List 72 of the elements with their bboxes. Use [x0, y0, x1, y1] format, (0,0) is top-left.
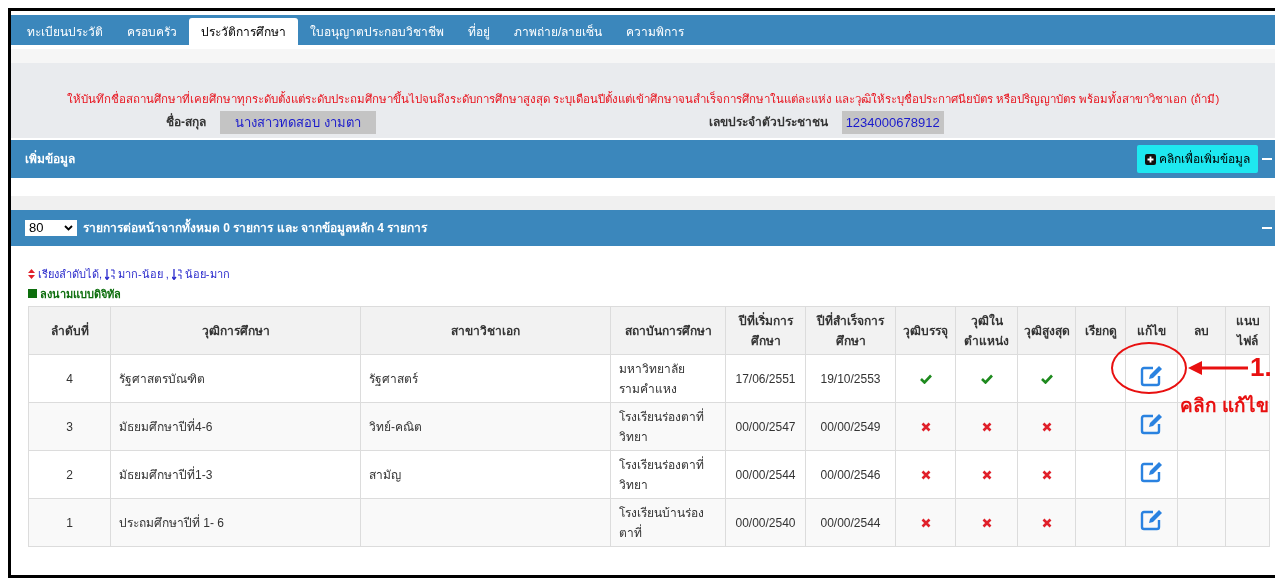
table-cell: สามัญ: [360, 450, 611, 499]
column-header: วุฒิการศึกษา: [110, 306, 361, 355]
column-header: เรียกดู: [1075, 306, 1126, 355]
summary-text: รายการต่อหน้าจากทั้งหมด 0 รายการ และ จากข้อมูลหลัก 4 รายการ: [83, 219, 428, 237]
edit-icon: [1138, 508, 1165, 532]
edit-button[interactable]: [1138, 508, 1165, 532]
sort-ascending-label: น้อย-มาก: [184, 267, 230, 282]
sort-icon: [28, 269, 35, 280]
page-size-select[interactable]: 80: [25, 220, 77, 236]
column-header: ปีที่เริ่มการศึกษา: [725, 306, 806, 355]
table-cell: 1: [28, 498, 111, 547]
table-cell: โรงเรียนร่องตาที่วิทยา: [610, 450, 726, 499]
tab[interactable]: ประวัติการศึกษา: [189, 18, 298, 45]
edit-icon: [1138, 460, 1165, 484]
table-cell: โรงเรียนบ้านร่องตาที่: [610, 498, 726, 547]
legend-swatch: [28, 289, 37, 299]
table-cell: 2: [28, 450, 111, 499]
column-header: วุฒิบรรจุ: [895, 306, 956, 355]
table-cell: ประถมศึกษาปีที่ 1- 6: [110, 498, 361, 547]
sort-ascending-icon: [171, 268, 182, 280]
table-cell: 19/10/2553: [805, 354, 896, 403]
sort-descending-label: มาก-น้อย ,: [118, 267, 169, 282]
add-button[interactable]: คลิกเพื่อเพิ่มข้อมูล: [1137, 145, 1258, 173]
edit-button[interactable]: [1138, 364, 1165, 388]
table-cell: มัธยมศึกษาปีที่4-6: [110, 402, 361, 451]
column-header: แนบไฟล์: [1225, 306, 1270, 355]
column-header: สาขาวิชาเอก: [360, 306, 611, 355]
legend-label: ลงนามแบบดิจิทัล: [40, 286, 121, 302]
plus-icon: [1145, 153, 1156, 165]
table-cell: 00/00/2549: [805, 402, 896, 451]
tab[interactable]: ครอบครัว: [115, 18, 189, 45]
table-cell: รัฐศาสตร์: [360, 354, 611, 403]
column-header: แก้ไข: [1125, 306, 1178, 355]
column-header: ลำดับที่: [28, 306, 111, 355]
column-header: วุฒิในตำแหน่ง: [955, 306, 1018, 355]
table-cell: 17/06/2551: [725, 354, 806, 403]
tab[interactable]: ความพิการ: [614, 18, 697, 45]
name-label: ชื่อ-สกุล: [166, 113, 206, 132]
sort-hint: เรียงลำดับได้,: [38, 267, 103, 282]
column-header: ปีที่สำเร็จการศึกษา: [805, 306, 896, 355]
name-value: นางสาวทดสอบ งามตา: [220, 110, 376, 134]
arrow: [1188, 361, 1248, 375]
tab[interactable]: ภาพถ่าย/ลายเซ็น: [502, 18, 615, 45]
edit-icon: [1138, 364, 1165, 388]
annotation-text: คลิก แก้ไข: [1180, 394, 1270, 418]
column-header: วุฒิสูงสุด: [1017, 306, 1076, 355]
table-cell: โรงเรียนร่องตาที่วิทยา: [610, 402, 726, 451]
table-cell: 00/00/2540: [725, 498, 806, 547]
table-cell: 00/00/2544: [725, 450, 806, 499]
sort-descending-icon: [105, 268, 116, 280]
table-cell: มหาวิทยาลัยรามคำแหง: [610, 354, 726, 403]
notice-text: ให้บันทึกชื่อสถานศึกษาที่เคยศึกษาทุกระดับตั้งแต่ระดับประถมศึกษาขึ้นไปจนถึงระดับการศึกษาสูงสุด ระบุเดือนปีตั้งแต่เข้าศึกษาจนสำเร็จการศึกษาในแต่ละแห่ง และวุฒิให้ระบุชื่อประกาศนียบัตร หรือปริญญาบัตร พร้อมทั้งสาขาวิชาเอก (ถ้ามี): [66, 91, 1220, 108]
tab[interactable]: ใบอนุญาตประกอบวิชาชีพ: [298, 18, 456, 45]
table-cell: วิทย์-คณิต: [360, 402, 611, 451]
table-cell: รัฐศาสตรบัณฑิต: [110, 354, 361, 403]
table-cell: 00/00/2546: [805, 450, 896, 499]
column-header: สถาบันการศึกษา: [610, 306, 726, 355]
table-cell: 3: [28, 402, 111, 451]
id-value: 1234000678912: [841, 110, 944, 134]
id-label: เลขประจำตัวประชาชน: [708, 114, 828, 132]
panel-title: เพิ่มข้อมูล: [25, 150, 75, 168]
tab[interactable]: ที่อยู่: [456, 18, 502, 45]
table-cell: 00/00/2544: [805, 498, 896, 547]
table-cell: 4: [28, 354, 111, 403]
table-cell: 00/00/2547: [725, 402, 806, 451]
caret-icon: [64, 225, 73, 231]
table-cell: มัธยมศึกษาปีที่1-3: [110, 450, 361, 499]
column-header: ลบ: [1177, 306, 1226, 355]
edit-button[interactable]: [1138, 460, 1165, 484]
edit-button[interactable]: [1138, 412, 1165, 436]
edit-icon: [1138, 412, 1165, 436]
tab[interactable]: ทะเบียนประวัติ: [15, 18, 115, 45]
